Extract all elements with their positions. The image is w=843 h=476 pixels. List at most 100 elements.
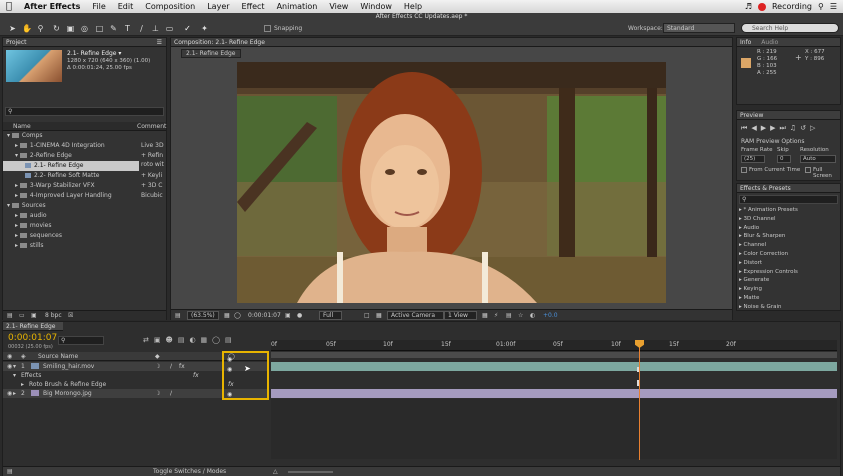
label-icon[interactable]: ◈ xyxy=(21,353,26,360)
project-tab[interactable]: Project ☰ xyxy=(3,38,166,47)
effects-item[interactable]: ▸ Channel xyxy=(739,241,838,250)
col-comment[interactable]: Comment xyxy=(137,123,166,130)
snapshot-icon[interactable]: ▣ xyxy=(285,312,291,319)
list-item[interactable]: ▸ 4-Improved Layer Handling Bicubic xyxy=(3,191,166,201)
menu-layer[interactable]: Layer xyxy=(201,2,235,11)
menu-animation[interactable]: Animation xyxy=(271,2,324,11)
play-icon[interactable]: ▶ xyxy=(761,124,770,132)
effects-item[interactable]: ▸ Blur & Sharpen xyxy=(739,232,838,241)
flowchart-icon[interactable]: ☆ xyxy=(518,312,523,319)
selection-tool-icon[interactable]: ➤ xyxy=(8,24,17,33)
rotate-tool-icon[interactable]: ↻ xyxy=(52,24,61,33)
motion-blur-icon[interactable]: ◐ xyxy=(189,336,200,344)
info-tab[interactable]: Info Audio xyxy=(737,38,840,47)
ram-preview-icon[interactable]: ▷ xyxy=(810,124,819,132)
effects-item[interactable]: ▸ Matte xyxy=(739,294,838,303)
effects-item[interactable]: ▸ Audio xyxy=(739,224,838,233)
bpc-label[interactable]: 8 bpc xyxy=(45,312,62,319)
panel-menu-icon[interactable]: ☰ xyxy=(157,38,162,47)
preview-tab[interactable]: Preview xyxy=(737,111,840,120)
expand-icon[interactable]: ▸ xyxy=(13,389,16,398)
effect-switch-icon[interactable]: fx xyxy=(179,362,185,371)
graph-editor-icon[interactable]: ▤ xyxy=(225,336,237,344)
playhead-line[interactable] xyxy=(639,340,640,460)
list-item[interactable]: ▸ sequences xyxy=(3,231,166,241)
pan-behind-tool-icon[interactable]: ◎ xyxy=(80,24,89,33)
fast-previews-icon[interactable]: ⚡ xyxy=(494,312,498,319)
thumb-name[interactable]: 2.1- Refine Edge ▾ xyxy=(67,50,121,57)
pen-tool-icon[interactable]: ✎ xyxy=(109,24,118,33)
current-time[interactable]: 0:00:01:07 xyxy=(248,312,281,319)
new-comp-icon[interactable]: ▣ xyxy=(31,312,37,319)
skip-input[interactable]: 0 xyxy=(777,155,791,163)
work-area-bar[interactable] xyxy=(271,352,837,358)
layer-row[interactable]: ◉ ▸ 2 Big Morongo.jpg ☽ ∕ xyxy=(3,389,268,398)
trash-icon[interactable]: ☒ xyxy=(68,312,73,319)
menu-app-name[interactable]: After Effects xyxy=(18,2,86,11)
mute-icon[interactable]: ♫ xyxy=(790,124,800,132)
eye-icon[interactable]: ◉ xyxy=(7,389,12,398)
effects-group-label[interactable]: Effects xyxy=(21,371,41,380)
quality-switch-icon[interactable]: ∕ xyxy=(170,362,172,371)
puppet-tool-icon[interactable]: ✦ xyxy=(200,24,209,33)
menu-window[interactable]: Window xyxy=(354,2,398,11)
region-icon[interactable]: □ xyxy=(364,312,370,319)
project-search-input[interactable]: ⚲ xyxy=(5,107,164,116)
expand-icon[interactable]: ▸ xyxy=(21,380,24,389)
auto-keyframe-icon[interactable]: ◯ xyxy=(212,336,225,344)
prev-frame-icon[interactable]: ◀ xyxy=(751,124,760,132)
menu-file[interactable]: File xyxy=(86,2,111,11)
expand-icon[interactable]: ▾ xyxy=(13,371,16,380)
timeline-search-input[interactable]: ⚲ xyxy=(58,336,104,345)
composition-tab[interactable]: Composition: 2.1- Refine Edge xyxy=(171,38,732,47)
time-ruler[interactable]: 0f 05f 10f 15f 01:00f 05f 10f 15f 20f xyxy=(271,340,837,351)
always-preview-icon[interactable]: ▤ xyxy=(175,312,181,319)
collapse-switch-icon[interactable]: ☽ xyxy=(155,362,160,371)
quality-switch-icon[interactable]: ∕ xyxy=(170,389,172,398)
menu-effect[interactable]: Effect xyxy=(236,2,271,11)
list-item[interactable]: ▸ 1-CINEMA 4D Integration Live 3D xyxy=(3,141,166,151)
snapping-checkbox[interactable] xyxy=(264,25,271,32)
volume-icon[interactable]: ♬ xyxy=(745,2,752,11)
brainstorm-icon[interactable]: ▦ xyxy=(201,336,213,344)
effects-item[interactable]: ▸ Color Correction xyxy=(739,250,838,259)
effects-search-input[interactable]: ⚲ xyxy=(739,195,838,204)
channel-icon[interactable]: ● xyxy=(297,312,302,319)
new-folder-icon[interactable]: ▭ xyxy=(19,312,25,319)
toggle-switches-modes[interactable]: Toggle Switches / Modes xyxy=(153,468,226,475)
full-screen-checkbox[interactable] xyxy=(805,167,811,173)
layer-name[interactable]: Big Morongo.jpg xyxy=(43,389,92,398)
composition-viewer[interactable] xyxy=(237,62,666,303)
layer-row[interactable]: ▸ Roto Brush & Refine Edge fx xyxy=(3,380,268,389)
shy-icon[interactable]: ☻ xyxy=(166,336,178,344)
comp-mini-flowchart-icon[interactable]: ⇄ xyxy=(143,336,154,344)
timeline-icon[interactable]: ▤ xyxy=(506,312,512,319)
list-item-selected[interactable]: 2.1- Refine Edge xyxy=(3,161,139,171)
timeline-current-time[interactable]: 0:00:01:07 xyxy=(8,333,57,343)
apple-icon[interactable]:  xyxy=(0,1,18,12)
list-item[interactable]: 2.2- Refine Soft Matte + Keyli xyxy=(3,171,166,181)
exposure-icon[interactable]: ◐ xyxy=(530,312,535,319)
av-features-icon[interactable]: ◉ xyxy=(7,353,12,360)
clone-stamp-tool-icon[interactable]: ⊥ xyxy=(151,24,160,33)
frame-blending-icon[interactable]: ▤ xyxy=(178,336,190,344)
fx-icon[interactable]: fx xyxy=(228,380,234,389)
layer-duration-bar[interactable] xyxy=(271,389,837,398)
hand-tool-icon[interactable]: ✋ xyxy=(22,24,32,33)
camera-select[interactable]: Active Camera xyxy=(387,311,445,320)
grid-icon[interactable]: ▦ xyxy=(224,312,230,319)
menu-composition[interactable]: Composition xyxy=(139,2,201,11)
eye-icon[interactable]: ◉ xyxy=(7,362,12,371)
zoom-tool-icon[interactable]: ⚲ xyxy=(36,24,45,33)
layer-name[interactable]: Smiling_hair.mov xyxy=(43,362,94,371)
resolution-select[interactable]: Auto xyxy=(800,155,836,163)
list-item[interactable]: ▾ 2-Refine Edge + Refin xyxy=(3,151,166,161)
list-item[interactable]: ▸ 3-Warp Stabilizer VFX + 3D C xyxy=(3,181,166,191)
menu-help[interactable]: Help xyxy=(398,2,428,11)
view-layout-select[interactable]: 1 View xyxy=(444,311,477,320)
effects-item[interactable]: ▸ Keying xyxy=(739,285,838,294)
workspace-select[interactable]: Standard xyxy=(663,23,735,33)
zoom-slider[interactable] xyxy=(288,471,333,473)
brush-tool-icon[interactable]: ∕ xyxy=(137,24,146,33)
effects-item[interactable]: ▸ Distort xyxy=(739,259,838,268)
